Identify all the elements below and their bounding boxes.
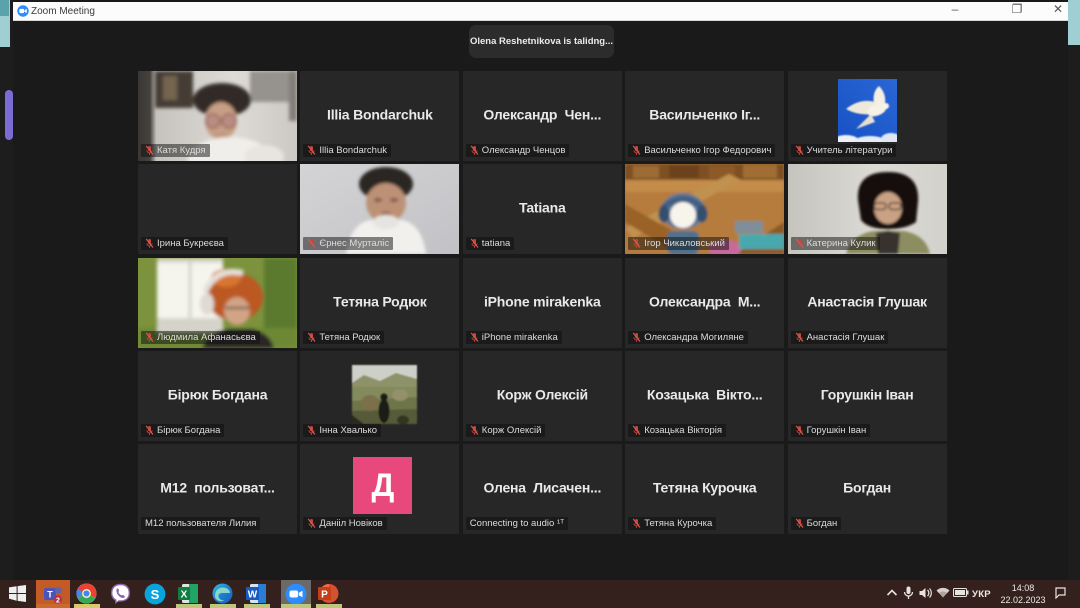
svg-text:W: W [248,590,258,601]
svg-text:X: X [181,590,188,601]
svg-text:T: T [47,590,53,600]
svg-text:S: S [151,587,160,602]
svg-text:P: P [321,590,328,601]
